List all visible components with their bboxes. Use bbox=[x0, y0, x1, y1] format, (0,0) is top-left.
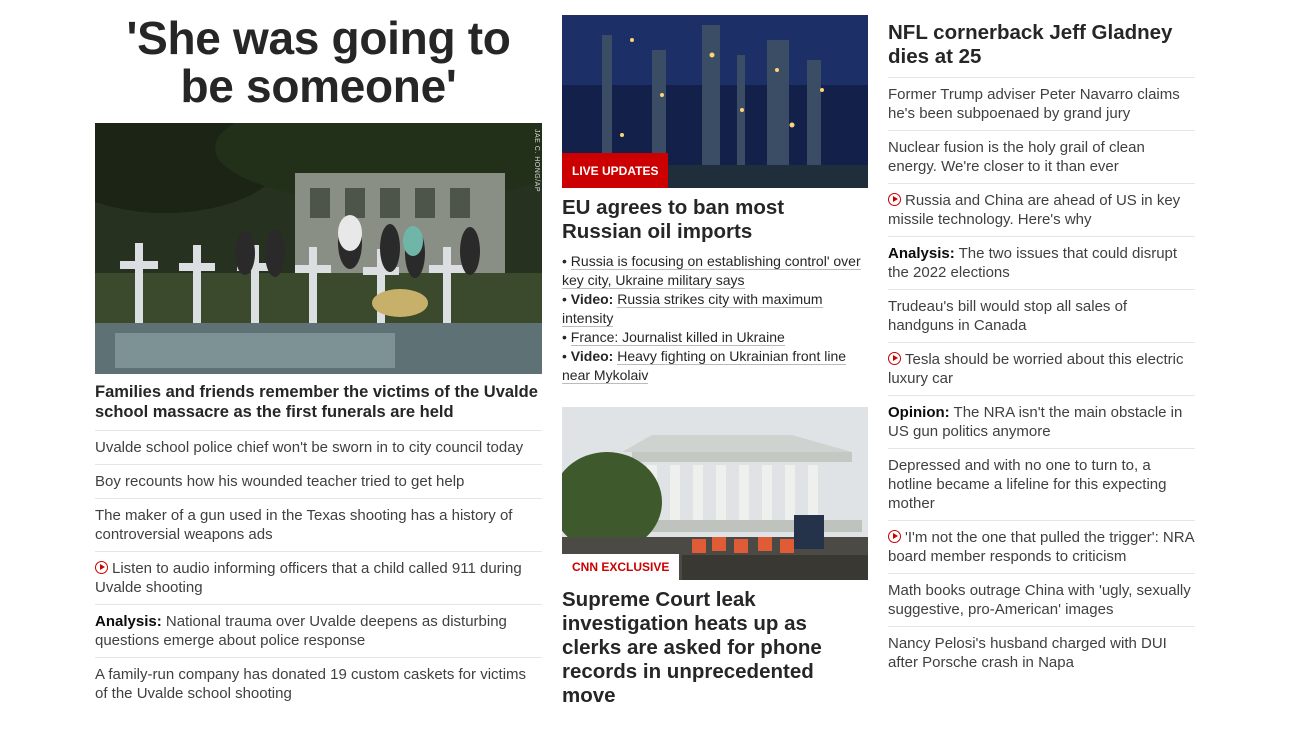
main-link-0[interactable]: Uvalde school police chief won't be swor… bbox=[95, 431, 542, 465]
eu-bullet-3: • Video: Heavy fighting on Ukrainian fro… bbox=[562, 348, 847, 384]
sidebar-link-0[interactable]: Former Trump adviser Peter Navarro claim… bbox=[888, 78, 1195, 131]
memorial-photo[interactable]: JAE C. HONG/AP bbox=[95, 123, 542, 374]
photo-credit: JAE C. HONG/AP bbox=[533, 129, 540, 193]
play-video-icon bbox=[888, 530, 901, 543]
sidebar-link-10[interactable]: Nancy Pelosi's husband charged with DUI … bbox=[888, 627, 1195, 679]
sidebar-link-1[interactable]: Nuclear fusion is the holy grail of clea… bbox=[888, 131, 1195, 184]
cnn-exclusive-tag: CNN EXCLUSIVE bbox=[562, 554, 680, 580]
main-link-5[interactable]: A family-run company has donated 19 cust… bbox=[95, 658, 542, 710]
eu-headline[interactable]: EU agrees to ban most Russian oil import… bbox=[562, 196, 868, 244]
analysis-label: Analysis: bbox=[888, 245, 955, 262]
main-link-4[interactable]: Analysis: National trauma over Uvalde de… bbox=[95, 605, 542, 658]
play-video-icon bbox=[888, 352, 901, 365]
sidebar-link-8[interactable]: 'I'm not the one that pulled the trigger… bbox=[888, 521, 1195, 574]
sidebar-link-8-text: 'I'm not the one that pulled the trigger… bbox=[888, 529, 1194, 565]
court-headline[interactable]: Supreme Court leak investigation heats u… bbox=[562, 588, 868, 708]
memorial-illustration bbox=[95, 123, 542, 374]
refinery-photo[interactable]: LIVE UPDATES bbox=[562, 15, 868, 188]
eu-bullet-1: • Video: Russia strikes city with maximu… bbox=[562, 291, 823, 327]
video-label: Video: bbox=[570, 291, 614, 307]
eu-bullet-2-link[interactable]: France: Journalist killed in Ukraine bbox=[570, 329, 785, 346]
main-story-column: 'She was going to be someone' JAE C. HON… bbox=[95, 0, 542, 710]
main-link-2[interactable]: The maker of a gun used in the Texas sho… bbox=[95, 499, 542, 552]
sidebar-link-9[interactable]: Math books outrage China with 'ugly, sex… bbox=[888, 574, 1195, 627]
main-link-1[interactable]: Boy recounts how his wounded teacher tri… bbox=[95, 465, 542, 499]
sidebar-link-4[interactable]: Trudeau's bill would stop all sales of h… bbox=[888, 290, 1195, 343]
sidebar-link-3[interactable]: Analysis: The two issues that could disr… bbox=[888, 237, 1195, 290]
play-video-icon bbox=[888, 193, 901, 206]
sidebar-link-5-text: Tesla should be worried about this elect… bbox=[888, 351, 1184, 387]
sidebar-link-2-text: Russia and China are ahead of US in key … bbox=[888, 192, 1181, 228]
main-headline[interactable]: 'She was going to be someone' bbox=[95, 14, 542, 110]
opinion-label: Opinion: bbox=[888, 404, 950, 421]
video-label: Video: bbox=[570, 348, 614, 364]
main-link-3-text: Listen to audio informing officers that … bbox=[95, 560, 522, 596]
main-link-3[interactable]: Listen to audio informing officers that … bbox=[95, 552, 542, 605]
sidebar-headline[interactable]: NFL cornerback Jeff Gladney dies at 25 bbox=[888, 21, 1195, 78]
sidebar-column: NFL cornerback Jeff Gladney dies at 25 F… bbox=[888, 0, 1195, 679]
eu-bullet-0: • Russia is focusing on establishing con… bbox=[562, 253, 861, 289]
live-updates-tag: LIVE UPDATES bbox=[562, 153, 669, 188]
eu-bullet-2: • France: Journalist killed in Ukraine bbox=[562, 329, 785, 346]
analysis-label: Analysis: bbox=[95, 613, 162, 630]
sidebar-link-2[interactable]: Russia and China are ahead of US in key … bbox=[888, 184, 1195, 237]
eu-bullet-0-link[interactable]: Russia is focusing on establishing contr… bbox=[562, 253, 861, 289]
supreme-court-photo[interactable]: CNN EXCLUSIVE bbox=[562, 407, 868, 580]
eu-bullet-list: • Russia is focusing on establishing con… bbox=[562, 252, 868, 385]
play-video-icon bbox=[95, 561, 108, 574]
sidebar-link-5[interactable]: Tesla should be worried about this elect… bbox=[888, 343, 1195, 396]
middle-column: LIVE UPDATES EU agrees to ban most Russi… bbox=[562, 0, 868, 708]
sidebar-link-6[interactable]: Opinion: The NRA isn't the main obstacle… bbox=[888, 396, 1195, 449]
main-caption-link[interactable]: Families and friends remember the victim… bbox=[95, 382, 542, 431]
sidebar-link-7[interactable]: Depressed and with no one to turn to, a … bbox=[888, 449, 1195, 521]
